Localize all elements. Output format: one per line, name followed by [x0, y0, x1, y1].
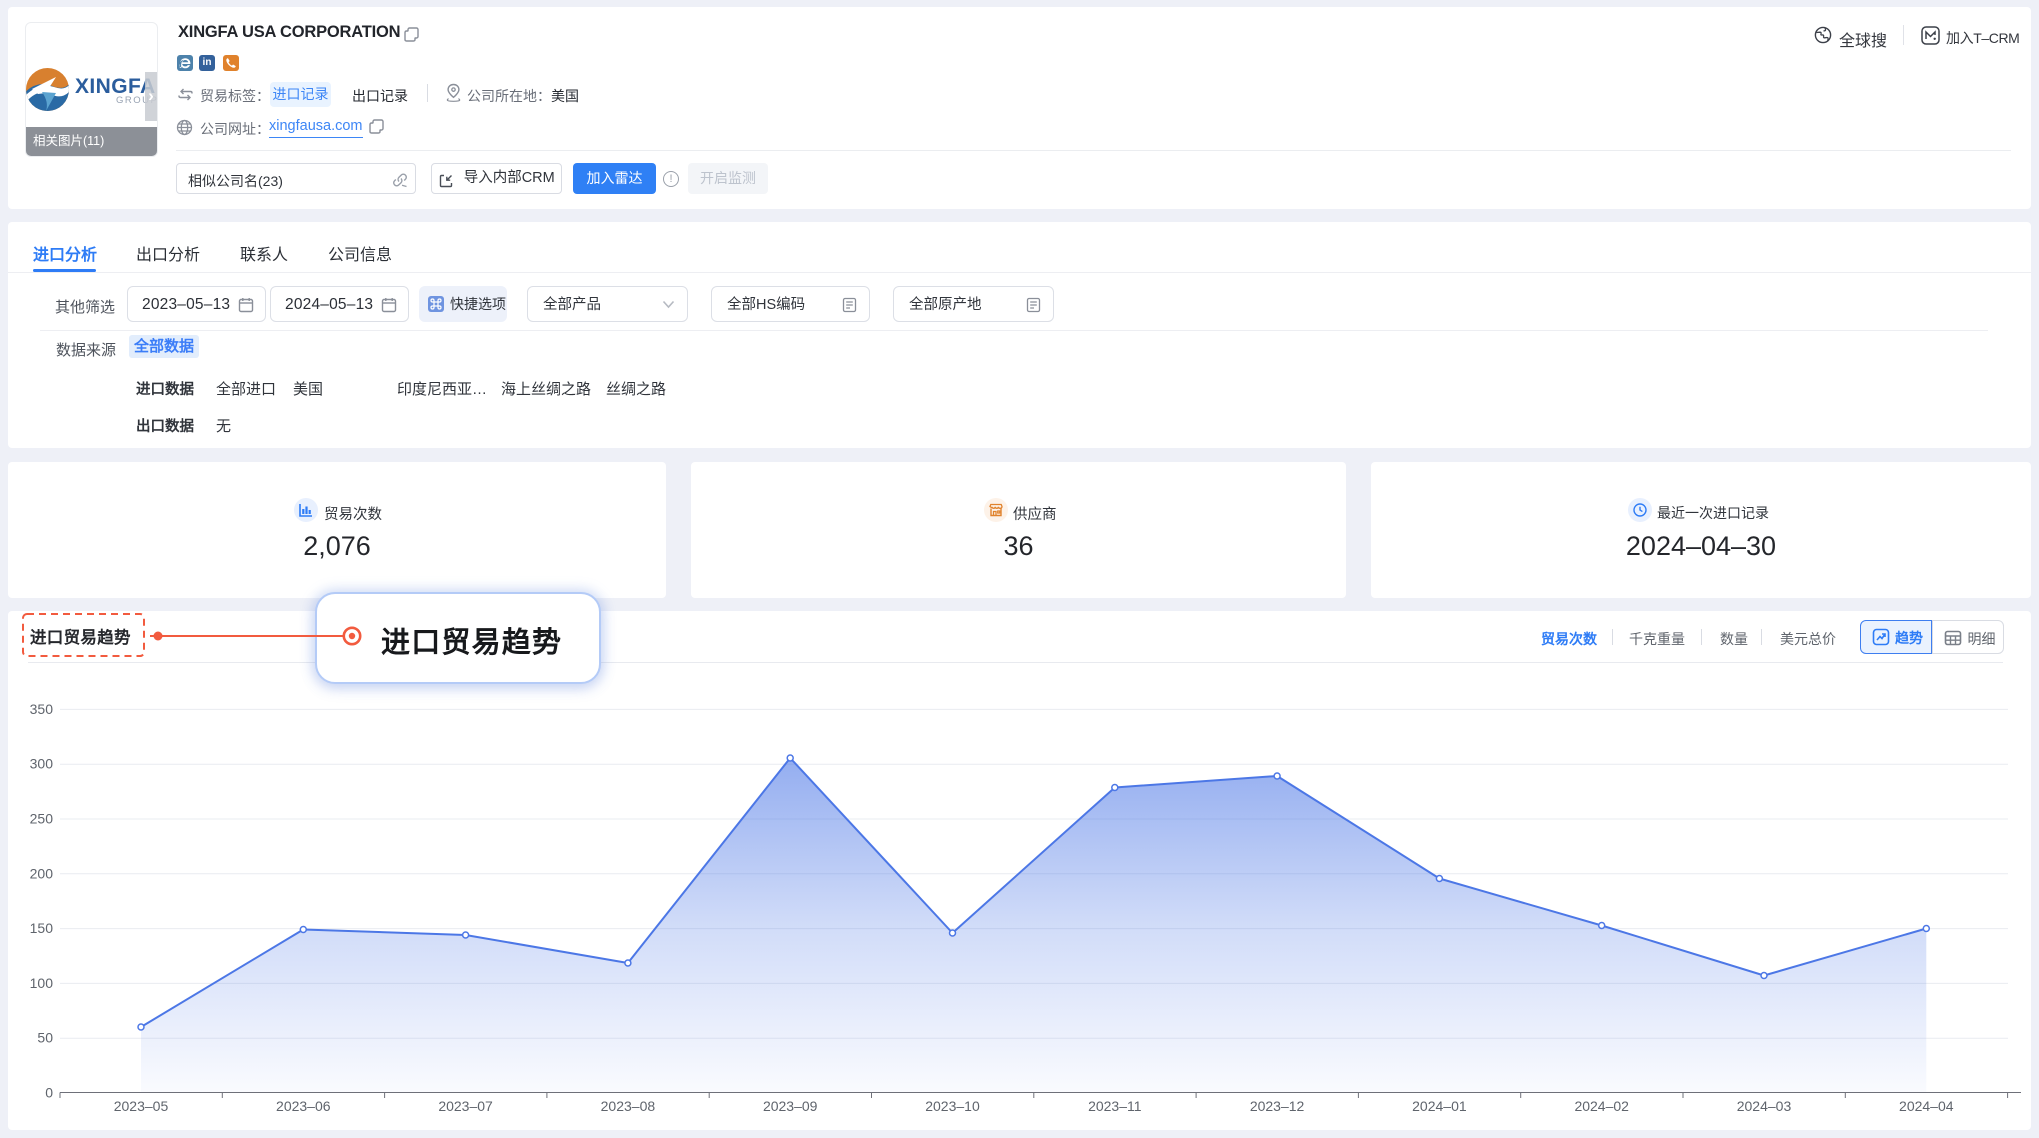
- svg-text:350: 350: [30, 701, 54, 717]
- svg-text:150: 150: [30, 920, 54, 936]
- svg-text:2023–09: 2023–09: [763, 1098, 818, 1114]
- svg-text:200: 200: [30, 865, 54, 881]
- svg-text:2023–11: 2023–11: [1088, 1098, 1142, 1114]
- svg-text:2024–02: 2024–02: [1574, 1098, 1629, 1114]
- svg-text:2023–05: 2023–05: [114, 1098, 169, 1114]
- svg-text:2024–01: 2024–01: [1412, 1098, 1467, 1114]
- svg-text:50: 50: [37, 1030, 53, 1046]
- svg-text:2023–08: 2023–08: [601, 1098, 656, 1114]
- svg-text:2024–03: 2024–03: [1737, 1098, 1792, 1114]
- svg-text:2023–12: 2023–12: [1250, 1098, 1305, 1114]
- svg-text:300: 300: [30, 756, 54, 772]
- svg-text:2023–07: 2023–07: [438, 1098, 493, 1114]
- svg-text:100: 100: [30, 975, 54, 991]
- svg-text:2023–10: 2023–10: [925, 1098, 980, 1114]
- svg-text:250: 250: [30, 811, 54, 827]
- svg-text:2024–04: 2024–04: [1899, 1098, 1954, 1114]
- svg-text:2023–06: 2023–06: [276, 1098, 331, 1114]
- svg-text:0: 0: [45, 1085, 53, 1101]
